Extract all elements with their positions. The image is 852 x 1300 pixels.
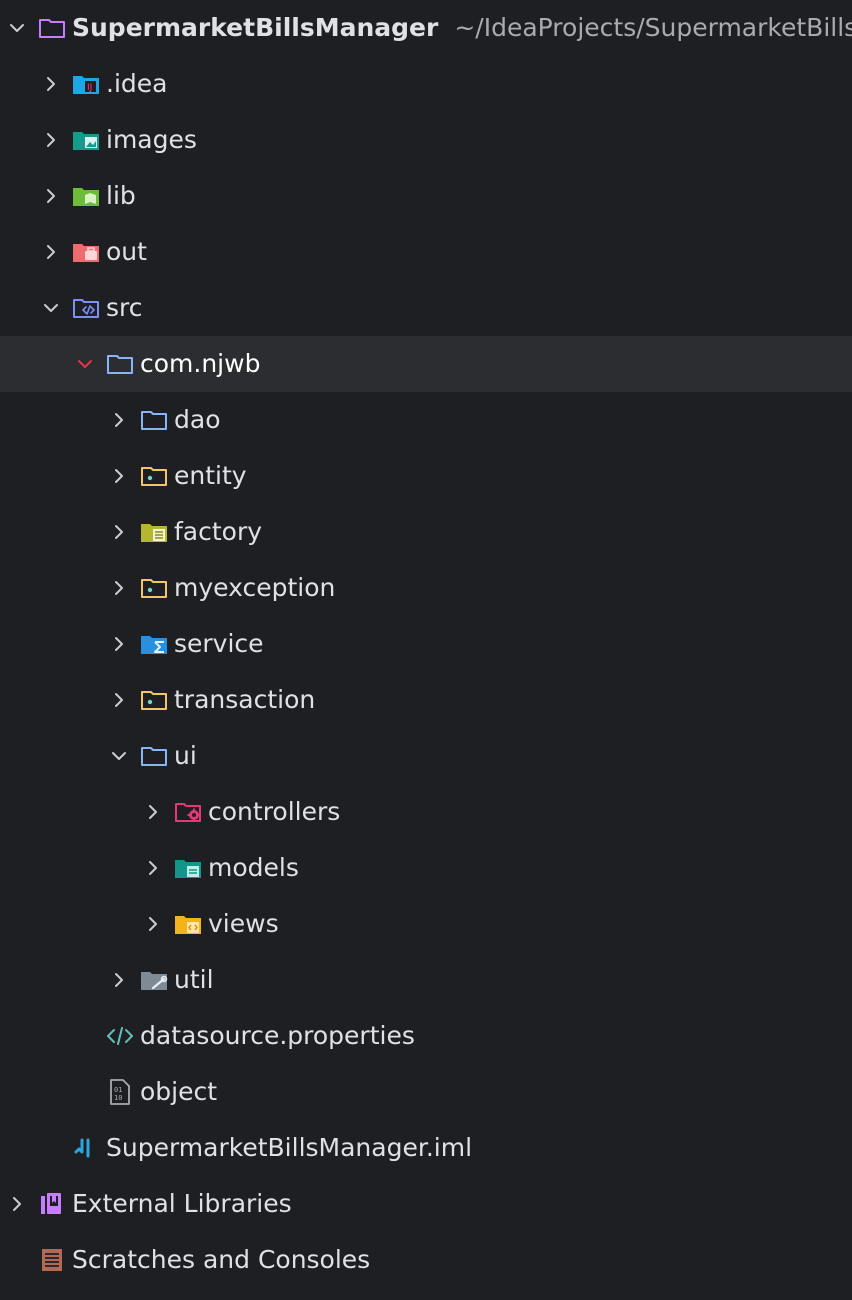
external-libraries-icon bbox=[38, 1190, 66, 1218]
models-folder-icon bbox=[174, 854, 202, 882]
util-folder-icon bbox=[140, 966, 168, 994]
chevron-right-icon[interactable] bbox=[40, 241, 62, 263]
factory-folder-icon bbox=[140, 518, 168, 546]
tree-row-idea[interactable]: IJ .idea bbox=[0, 56, 852, 112]
chevron-right-icon[interactable] bbox=[108, 633, 130, 655]
package-folder-icon bbox=[106, 350, 134, 378]
chevron-right-icon[interactable] bbox=[142, 913, 164, 935]
tree-item-label: views bbox=[208, 909, 279, 938]
tree-row-ui[interactable]: ui bbox=[0, 728, 852, 784]
chevron-down-icon[interactable] bbox=[108, 745, 130, 767]
tree-item-label: Scratches and Consoles bbox=[72, 1245, 371, 1274]
project-name: SupermarketBillsManager bbox=[72, 13, 439, 42]
chevron-right-icon[interactable] bbox=[40, 185, 62, 207]
svg-text:IJ: IJ bbox=[87, 83, 92, 93]
tree-item-label: myexception bbox=[174, 573, 336, 602]
tree-row-controllers[interactable]: controllers bbox=[0, 784, 852, 840]
chevron-right-icon[interactable] bbox=[40, 129, 62, 151]
tree-item-label: object bbox=[140, 1077, 218, 1106]
tree-item-label: util bbox=[174, 965, 214, 994]
tree-item-label: factory bbox=[174, 517, 263, 546]
tree-row-src[interactable]: src bbox=[0, 280, 852, 336]
library-folder-icon bbox=[72, 182, 100, 210]
tree-row-factory[interactable]: factory bbox=[0, 504, 852, 560]
chevron-right-icon[interactable] bbox=[108, 689, 130, 711]
entity-folder-icon bbox=[140, 462, 168, 490]
chevron-right-icon[interactable] bbox=[6, 1193, 28, 1215]
intellij-folder-icon: IJ bbox=[72, 70, 100, 98]
exception-folder-icon bbox=[140, 574, 168, 602]
tree-item-label: controllers bbox=[208, 797, 341, 826]
tree-item-label: entity bbox=[174, 461, 247, 490]
tree-item-label: com.njwb bbox=[140, 349, 261, 378]
chevron-right-icon[interactable] bbox=[108, 577, 130, 599]
chevron-down-icon[interactable] bbox=[40, 297, 62, 319]
folder-icon bbox=[140, 742, 168, 770]
tree-item-label: models bbox=[208, 853, 299, 882]
source-folder-icon bbox=[72, 294, 100, 322]
project-folder-icon bbox=[38, 14, 66, 42]
svg-text:10: 10 bbox=[114, 1094, 122, 1102]
tree-item-label: External Libraries bbox=[72, 1189, 292, 1218]
chevron-right-icon[interactable] bbox=[108, 465, 130, 487]
chevron-right-icon[interactable] bbox=[108, 521, 130, 543]
tree-row-dao[interactable]: dao bbox=[0, 392, 852, 448]
tree-item-label: SupermarketBillsManager.iml bbox=[106, 1133, 473, 1162]
tree-row-scratches-consoles[interactable]: Scratches and Consoles bbox=[0, 1232, 852, 1288]
binary-file-icon: 01 10 bbox=[106, 1078, 134, 1106]
tree-row-iml-file[interactable]: SupermarketBillsManager.iml bbox=[0, 1120, 852, 1176]
tree-row-util[interactable]: util bbox=[0, 952, 852, 1008]
tree-item-label: datasource.properties bbox=[140, 1021, 415, 1050]
tree-row-views[interactable]: views bbox=[0, 896, 852, 952]
tree-row-lib[interactable]: lib bbox=[0, 168, 852, 224]
tree-item-label: transaction bbox=[174, 685, 316, 714]
excluded-folder-icon bbox=[72, 238, 100, 266]
tree-row-transaction[interactable]: transaction bbox=[0, 672, 852, 728]
chevron-down-icon[interactable] bbox=[74, 353, 96, 375]
chevron-down-icon[interactable] bbox=[6, 17, 28, 39]
tree-row-entity[interactable]: entity bbox=[0, 448, 852, 504]
tree-row-com-njwb[interactable]: com.njwb bbox=[0, 336, 852, 392]
views-folder-icon bbox=[174, 910, 202, 938]
tree-item-label: service bbox=[174, 629, 264, 658]
tree-row-external-libraries[interactable]: External Libraries bbox=[0, 1176, 852, 1232]
tree-row-out[interactable]: out bbox=[0, 224, 852, 280]
chevron-right-icon[interactable] bbox=[108, 969, 130, 991]
tree-item-label: src bbox=[106, 293, 143, 322]
properties-file-icon bbox=[106, 1022, 134, 1050]
tree-row-images[interactable]: images bbox=[0, 112, 852, 168]
svg-text:01: 01 bbox=[114, 1086, 122, 1094]
tree-item-label: ui bbox=[174, 741, 197, 770]
chevron-right-icon[interactable] bbox=[108, 409, 130, 431]
scratches-icon bbox=[38, 1246, 66, 1274]
chevron-right-icon[interactable] bbox=[142, 857, 164, 879]
project-tree: SupermarketBillsManager ~/IdeaProjects/S… bbox=[0, 0, 852, 1300]
tree-item-label: dao bbox=[174, 405, 221, 434]
tree-row-datasource-properties[interactable]: datasource.properties bbox=[0, 1008, 852, 1064]
tree-row-myexception[interactable]: myexception bbox=[0, 560, 852, 616]
project-path: ~/IdeaProjects/SupermarketBillsManager bbox=[454, 13, 852, 42]
chevron-right-icon[interactable] bbox=[142, 801, 164, 823]
iml-file-icon bbox=[72, 1134, 100, 1162]
controllers-folder-icon bbox=[174, 798, 202, 826]
service-folder-icon bbox=[140, 630, 168, 658]
tree-row-service[interactable]: service bbox=[0, 616, 852, 672]
tree-item-label: images bbox=[106, 125, 197, 154]
transaction-folder-icon bbox=[140, 686, 168, 714]
folder-icon bbox=[140, 406, 168, 434]
tree-row-models[interactable]: models bbox=[0, 840, 852, 896]
tree-item-label: out bbox=[106, 237, 147, 266]
tree-row-project-root[interactable]: SupermarketBillsManager ~/IdeaProjects/S… bbox=[0, 0, 852, 56]
image-folder-icon bbox=[72, 126, 100, 154]
tree-row-object[interactable]: 01 10 object bbox=[0, 1064, 852, 1120]
tree-item-label: .idea bbox=[106, 69, 168, 98]
tree-item-label: lib bbox=[106, 181, 136, 210]
chevron-right-icon[interactable] bbox=[40, 73, 62, 95]
